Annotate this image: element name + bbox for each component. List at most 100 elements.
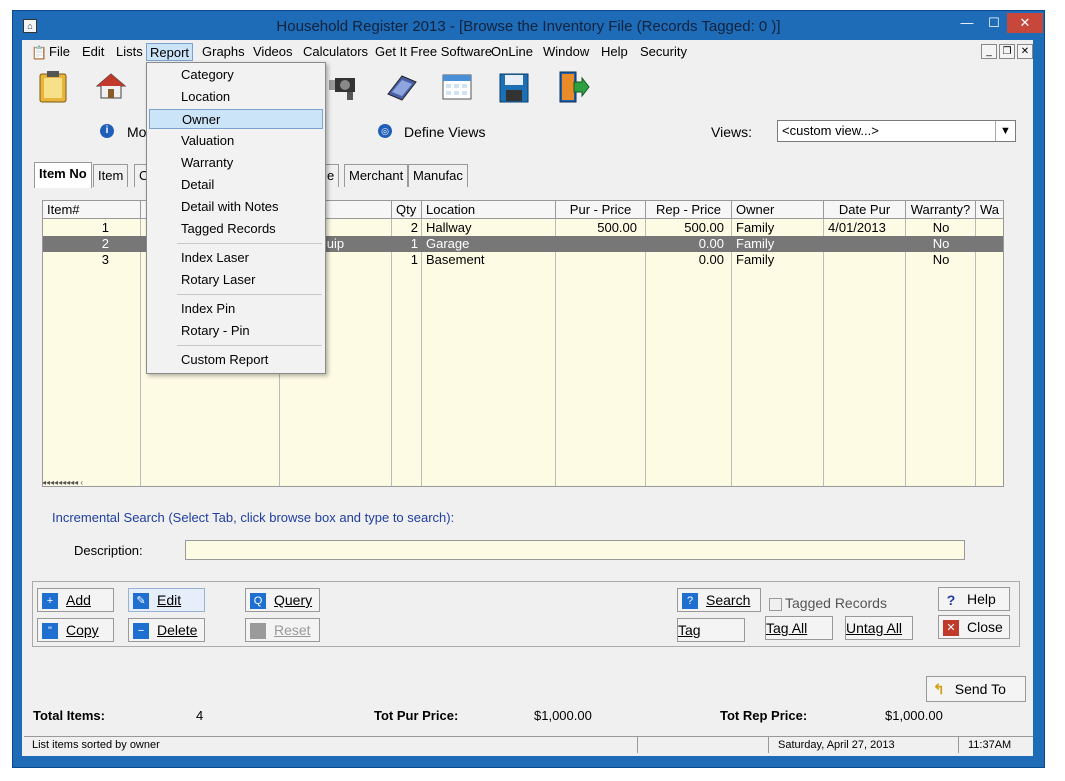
pencil-icon: ✎ [133,593,149,610]
col-header-rep-price[interactable]: Rep - Price [646,201,732,219]
help-button[interactable]: ? Help [938,587,1010,611]
reset-button[interactable]: Reset [245,618,320,642]
col-header-owner[interactable]: Owner [732,201,824,219]
close-window-button[interactable]: ✕ [1007,13,1043,33]
status-bar: List items sorted by owner Saturday, Apr… [24,736,1033,753]
clipboard-icon[interactable] [38,70,72,104]
copy-button[interactable]: " Copy [37,618,114,642]
define-views-link[interactable]: Define Views [404,124,485,140]
menu-graphs[interactable]: Graphs [199,43,248,61]
col-header-location[interactable]: Location [422,201,556,219]
menu-item-tagged-records[interactable]: Tagged Records [149,219,323,239]
menu-get-it-free-software[interactable]: Get It Free Software [372,43,495,61]
floppy-disk-icon[interactable] [498,72,532,106]
horizontal-scrollbar[interactable]: ◂◂◂◂◂◂◂◂◂ ‹ [42,478,1004,488]
menu-bar: 📋 File Edit Lists Report Graphs Videos C… [22,41,1033,62]
menu-lists[interactable]: Lists [113,43,146,61]
menu-item-warranty[interactable]: Warranty [149,153,323,173]
window-title: Household Register 2013 - [Browse the In… [276,18,781,35]
minus-icon: − [133,623,149,640]
menu-item-rotary-pin[interactable]: Rotary - Pin [149,321,323,341]
status-section [644,737,769,753]
menu-help[interactable]: Help [598,43,631,61]
untag-all-button[interactable]: Untag All [845,616,913,640]
maximize-button[interactable]: ☐ [981,13,1007,33]
status-date: Saturday, April 27, 2013 [774,737,959,753]
menu-security[interactable]: Security [637,43,690,61]
total-pur-price-value: $1,000.00 [534,708,592,723]
col-header-date-pur[interactable]: Date Pur [824,201,906,219]
close-icon: ✕ [943,620,959,637]
mdi-restore-button[interactable]: ❐ [999,44,1015,59]
menu-separator [177,294,322,295]
title-bar: ⌂ Household Register 2013 - [Browse the … [13,11,1044,41]
copy-icon: " [42,623,58,640]
menu-separator [177,243,322,244]
globe-icon[interactable]: ◎ [378,124,392,138]
mdi-close-button[interactable]: ✕ [1017,44,1033,59]
col-header-item[interactable]: Item# [43,201,141,219]
calculator-icon[interactable] [384,72,418,106]
checkbox-box[interactable] [769,597,782,611]
menu-online[interactable]: OnLine [488,43,536,61]
tab-item[interactable]: Item [93,164,129,187]
views-select-value: <custom view...> [782,123,879,138]
menu-edit[interactable]: Edit [79,43,107,61]
views-select[interactable]: <custom view...> ▼ [777,120,1016,142]
tag-button[interactable]: Tag [677,618,745,642]
menu-file[interactable]: File [46,43,73,61]
search-button[interactable]: ? Search [677,588,761,612]
menu-calculators[interactable]: Calculators [300,43,371,61]
tagged-records-checkbox[interactable]: Tagged Records [769,595,887,611]
menu-item-custom-report[interactable]: Custom Report [149,350,323,370]
menu-separator [177,345,322,346]
calendar-icon[interactable] [441,72,475,106]
tab-manufac[interactable]: Manufac [408,164,468,187]
edit-button[interactable]: ✎ Edit [128,588,205,612]
menu-item-valuation[interactable]: Valuation [149,131,323,151]
video-camera-icon[interactable] [327,72,361,106]
modify-label[interactable]: Mo [127,124,146,140]
col-header-warranty[interactable]: Warranty? [906,201,976,219]
reset-icon [250,623,266,640]
total-rep-price-label: Tot Rep Price: [720,708,808,723]
close-button[interactable]: ✕ Close [938,615,1010,639]
total-items-value: 4 [196,708,204,723]
views-label: Views: [711,124,752,140]
menu-videos[interactable]: Videos [250,43,296,61]
report-menu-dropdown: Category Location Owner Valuation Warran… [146,62,326,374]
menu-item-detail-with-notes[interactable]: Detail with Notes [149,197,323,217]
col-header-pur-price[interactable]: Pur - Price [556,201,646,219]
plus-icon: + [42,593,58,610]
question-icon: ? [946,592,956,609]
col-header-wa[interactable]: Wa [976,201,1003,219]
info-icon[interactable]: i [100,124,114,138]
menu-item-owner[interactable]: Owner [149,109,323,129]
menu-window[interactable]: Window [540,43,592,61]
mdi-minimize-button[interactable]: _ [981,44,997,59]
delete-button[interactable]: − Delete [128,618,205,642]
menu-item-category[interactable]: Category [149,65,323,85]
total-pur-price-label: Tot Pur Price: [374,708,459,723]
arrow-icon: ↰ [933,681,945,697]
menu-item-location[interactable]: Location [149,87,323,107]
exit-door-icon[interactable] [556,70,590,104]
col-header-qty[interactable]: Qty [392,201,422,219]
tab-item-no[interactable]: Item No [34,162,92,188]
menu-item-rotary-laser[interactable]: Rotary Laser [149,270,323,290]
send-to-button[interactable]: ↰ Send To [926,676,1026,702]
menu-item-index-laser[interactable]: Index Laser [149,248,323,268]
add-button[interactable]: + Add [37,588,114,612]
house-icon[interactable] [95,72,129,106]
total-items-label: Total Items: [33,708,105,723]
query-icon: Q [250,593,266,610]
description-search-input[interactable] [185,540,965,560]
menu-item-index-pin[interactable]: Index Pin [149,299,323,319]
query-button[interactable]: Q Query [245,588,320,612]
minimize-button[interactable]: — [953,13,981,33]
tag-all-button[interactable]: Tag All [765,616,833,640]
tab-merchant[interactable]: Merchant [344,164,409,187]
menu-item-detail[interactable]: Detail [149,175,323,195]
menu-report[interactable]: Report [146,43,194,61]
chevron-down-icon[interactable]: ▼ [995,121,1015,141]
